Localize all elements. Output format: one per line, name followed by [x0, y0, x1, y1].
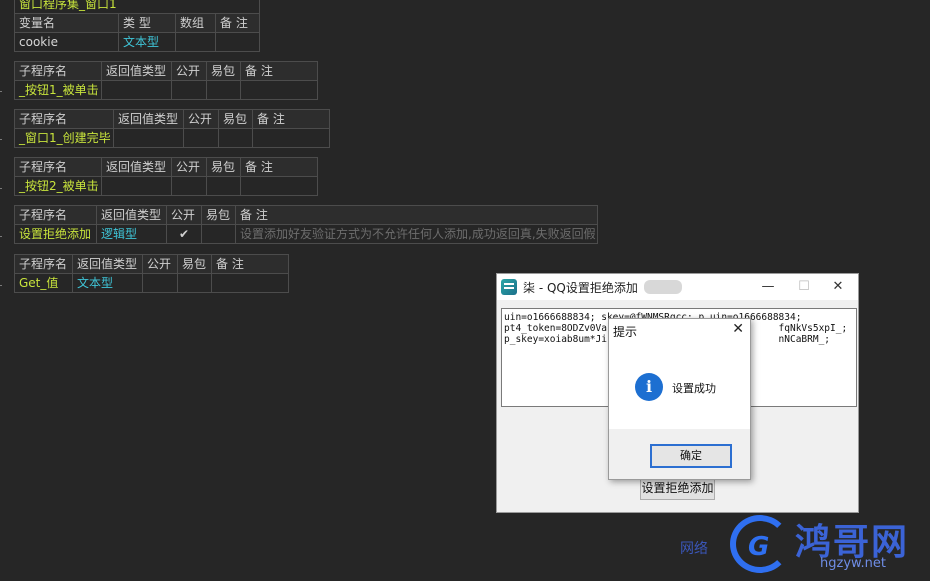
- dialog-close-icon[interactable]: ✕: [732, 321, 744, 337]
- col-header: 易包: [201, 205, 236, 225]
- row-marker: [0, 188, 2, 189]
- col-header: 子程序名: [14, 61, 102, 81]
- watermark-url: hgzyw.net: [820, 556, 886, 571]
- col-header: 备 注: [252, 109, 330, 129]
- col-header: 易包: [177, 254, 212, 274]
- easy-package-cell[interactable]: [177, 273, 212, 293]
- return-type-cell[interactable]: [101, 80, 172, 100]
- return-type-cell[interactable]: 文本型: [72, 273, 143, 293]
- subroutine-table-1: 子程序名 返回值类型 公开 易包 备 注 _按钮1_被单击: [14, 61, 318, 100]
- subroutine-table-5: 子程序名 返回值类型 公开 易包 备 注 Get_值 文本型: [14, 254, 289, 293]
- remark-cell[interactable]: [252, 128, 330, 148]
- window-title: 柒 - QQ设置拒绝添加: [523, 280, 638, 295]
- col-header: 子程序名: [14, 205, 97, 225]
- col-header: 备 注: [240, 157, 318, 177]
- public-check-icon[interactable]: ✔: [166, 224, 202, 244]
- subroutine-name-cell[interactable]: Get_值: [14, 273, 73, 293]
- col-header: 易包: [206, 61, 241, 81]
- col-header: 公开: [171, 157, 207, 177]
- blurred-region: [643, 280, 682, 294]
- row-marker: [0, 139, 2, 140]
- easy-package-cell[interactable]: [206, 80, 241, 100]
- subroutine-name-cell[interactable]: 设置拒绝添加: [14, 224, 97, 244]
- col-header: 易包: [206, 157, 241, 177]
- public-cell[interactable]: [171, 80, 207, 100]
- subroutine-table-4: 子程序名 返回值类型 公开 易包 备 注 设置拒绝添加 逻辑型 ✔ 设置添加好友…: [14, 205, 598, 244]
- col-header: 公开: [171, 61, 207, 81]
- var-type-cell[interactable]: 文本型: [118, 32, 176, 52]
- var-name-cell[interactable]: cookie: [14, 32, 119, 52]
- minimize-icon[interactable]: —: [750, 274, 786, 300]
- row-marker: [0, 236, 2, 237]
- subroutine-name-cell[interactable]: _按钮1_被单击: [14, 80, 102, 100]
- dialog-title: 提示: [613, 325, 638, 339]
- return-type-cell[interactable]: [101, 176, 172, 196]
- col-header: 公开: [142, 254, 178, 274]
- set-reject-add-button[interactable]: 设置拒绝添加: [640, 477, 715, 500]
- row-marker: [0, 91, 2, 92]
- row-marker: [0, 285, 2, 286]
- col-header: 返回值类型: [96, 205, 167, 225]
- easy-package-cell[interactable]: [218, 128, 253, 148]
- col-header: 变量名: [14, 13, 119, 33]
- subroutine-table-2: 子程序名 返回值类型 公开 易包 备 注 _窗口1_创建完毕: [14, 109, 330, 148]
- subroutine-name-cell[interactable]: _窗口1_创建完毕: [14, 128, 114, 148]
- col-header: 返回值类型: [113, 109, 184, 129]
- app-icon: [501, 279, 517, 295]
- public-cell[interactable]: [171, 176, 207, 196]
- col-header: 公开: [166, 205, 202, 225]
- public-cell[interactable]: [142, 273, 178, 293]
- col-header: 子程序名: [14, 157, 102, 177]
- col-header: 返回值类型: [101, 61, 172, 81]
- subroutine-table-3: 子程序名 返回值类型 公开 易包 备 注 _按钮2_被单击: [14, 157, 318, 196]
- return-type-cell[interactable]: [113, 128, 184, 148]
- col-header: 返回值类型: [101, 157, 172, 177]
- watermark-g: G: [748, 532, 770, 562]
- col-header: 备 注: [240, 61, 318, 81]
- var-remark-cell[interactable]: [214, 32, 261, 52]
- col-header: 类 型: [118, 13, 176, 33]
- window-assembly-name: 窗口程序集_窗口1: [13, 0, 261, 14]
- col-header: 公开: [183, 109, 219, 129]
- public-cell[interactable]: [183, 128, 219, 148]
- col-header: 子程序名: [14, 254, 73, 274]
- col-header: 备 注: [235, 205, 598, 225]
- easy-package-cell[interactable]: [206, 176, 241, 196]
- return-type-cell[interactable]: 逻辑型: [96, 224, 167, 244]
- message-dialog: 提示 ✕ i 设置成功 确定: [608, 318, 751, 480]
- col-header: 返回值类型: [72, 254, 143, 274]
- dialog-message: 设置成功: [672, 382, 716, 395]
- col-header: 备 注: [214, 13, 261, 33]
- var-array-cell[interactable]: [175, 32, 216, 52]
- col-header: 备 注: [211, 254, 289, 274]
- ok-button[interactable]: 确定: [650, 444, 732, 468]
- window-vars-table: 窗口程序集_窗口1 变量名 类 型 数组 备 注 cookie 文本型: [13, 0, 261, 52]
- maximize-icon[interactable]: ☐: [786, 274, 822, 300]
- easy-package-cell[interactable]: [201, 224, 236, 244]
- col-header: 数组: [175, 13, 216, 33]
- window-titlebar[interactable]: 柒 - QQ设置拒绝添加 — ☐ ✕: [497, 274, 858, 300]
- col-header: 易包: [218, 109, 253, 129]
- watermark-text: 网络: [680, 541, 708, 557]
- remark-cell[interactable]: [211, 273, 289, 293]
- col-header: 子程序名: [14, 109, 114, 129]
- remark-cell[interactable]: [240, 176, 318, 196]
- remark-cell[interactable]: [240, 80, 318, 100]
- close-icon[interactable]: ✕: [820, 274, 856, 300]
- subroutine-name-cell[interactable]: _按钮2_被单击: [14, 176, 102, 196]
- info-icon: i: [635, 373, 663, 401]
- remark-cell[interactable]: 设置添加好友验证方式为不允许任何人添加,成功返回真,失败返回假: [235, 224, 598, 244]
